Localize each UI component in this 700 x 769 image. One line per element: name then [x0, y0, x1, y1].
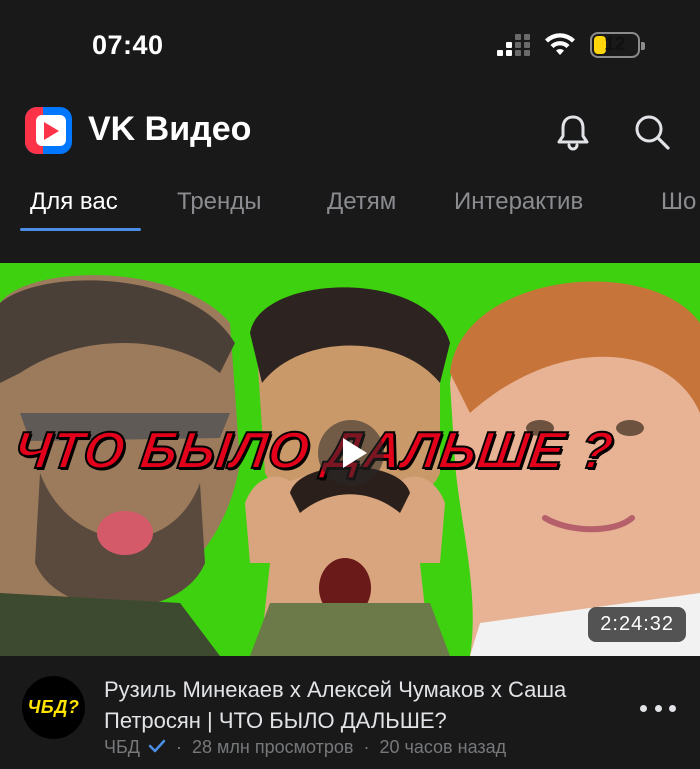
bell-icon[interactable] — [553, 112, 593, 152]
tab-kids[interactable]: Детям — [327, 188, 396, 216]
tab-shows[interactable]: Шо — [661, 188, 696, 216]
cellular-signal-icon — [497, 34, 530, 56]
battery-icon: 12 — [590, 32, 645, 58]
search-icon[interactable] — [632, 112, 672, 152]
more-options-icon[interactable] — [640, 700, 676, 716]
status-bar: 07:40 12 — [0, 0, 700, 95]
video-title[interactable]: Рузиль Минекаев х Алексей Чумаков х Саша… — [104, 674, 644, 736]
verified-check-icon — [148, 737, 166, 758]
tab-for-you[interactable]: Для вас — [30, 188, 118, 216]
category-tabs: Для вас Тренды Детям Интерактив Шо — [0, 180, 700, 235]
published-time: 20 часов назад — [379, 737, 507, 757]
vk-video-logo-icon[interactable] — [25, 107, 72, 154]
tab-interactive[interactable]: Интерактив — [454, 188, 583, 216]
video-thumbnail[interactable]: ЧТО БЫЛО ДАЛЬШЕ ? 2:24:32 — [0, 263, 700, 656]
active-tab-indicator — [20, 228, 141, 231]
separator-dot: · — [363, 737, 370, 757]
video-info: ЧБД? Рузиль Минекаев х Алексей Чумаков х… — [0, 656, 700, 769]
tab-trends[interactable]: Тренды — [177, 188, 262, 216]
status-time: 07:40 — [92, 30, 164, 60]
wifi-icon — [544, 33, 576, 57]
play-button[interactable] — [318, 420, 384, 486]
battery-percent: 12 — [604, 34, 626, 55]
separator-dot: · — [176, 737, 182, 757]
channel-avatar-text: ЧБД? — [27, 697, 80, 717]
channel-avatar[interactable]: ЧБД? — [22, 676, 85, 739]
app-title: VK Видео — [88, 110, 252, 148]
status-indicators: 12 — [497, 32, 645, 58]
channel-name[interactable]: ЧБД — [104, 737, 140, 758]
view-count: 28 млн просмотров — [192, 737, 354, 757]
video-meta: ЧБД · 28 млн просмотров · 20 часов назад — [104, 737, 506, 758]
video-duration: 2:24:32 — [588, 607, 686, 642]
play-icon — [343, 438, 367, 468]
app-header: VK Видео — [0, 100, 700, 162]
